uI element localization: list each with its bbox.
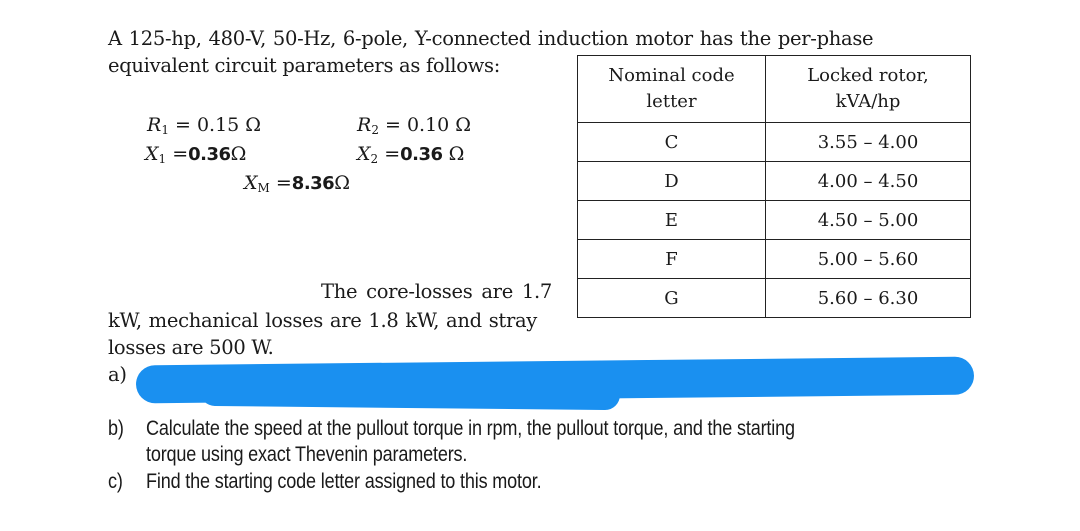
question-b-label: b) <box>108 417 124 440</box>
param-r2-symbol: R <box>357 114 372 136</box>
table-row: C 3.55 – 4.00 <box>577 122 971 162</box>
param-xm: XM =8.36Ω <box>244 172 350 195</box>
code-letter-cell: E <box>577 200 766 240</box>
table-row: F 5.00 – 5.60 <box>577 239 971 279</box>
header-locked-rotor-line-1: Locked rotor, <box>807 65 929 86</box>
param-x2-handwritten-value: 0.36 <box>400 144 443 165</box>
param-x1-symbol: X <box>145 143 159 165</box>
code-letter-cell: G <box>577 278 766 318</box>
param-r1-sub: 1 <box>161 123 169 137</box>
param-r2-sub: 2 <box>371 123 379 137</box>
intro-line-1: A 125-hp, 480-V, 50-Hz, 6-pole, Y-connec… <box>108 27 874 50</box>
intro-line-2: equivalent circuit parameters as follows… <box>108 54 501 77</box>
question-c-line-1: Find the starting code letter assigned t… <box>146 470 542 493</box>
kva-range-cell: 4.50 – 5.00 <box>765 200 971 240</box>
table-header-row: Nominal code letter Locked rotor, kVA/hp <box>577 55 971 123</box>
code-letter-table: Nominal code letter Locked rotor, kVA/hp… <box>577 55 971 318</box>
param-r1-value: = 0.15 Ω <box>168 114 262 136</box>
param-xm-symbol: X <box>244 172 258 194</box>
param-x1-unit: Ω <box>230 143 247 165</box>
kva-range-cell: 4.00 – 4.50 <box>765 161 971 201</box>
param-xm-handwritten-value: 8.36 <box>291 173 335 194</box>
param-r2-value: = 0.10 Ω <box>378 114 472 136</box>
kva-range-cell: 5.60 – 6.30 <box>765 278 971 318</box>
header-code-letter-line-1: Nominal code <box>608 65 735 86</box>
table-row: G 5.60 – 6.30 <box>577 278 971 318</box>
question-c-label: c) <box>108 470 123 493</box>
param-x1-eq: = <box>166 143 189 165</box>
param-xm-eq: = <box>269 172 292 194</box>
header-locked-rotor-line-2: kVA/hp <box>835 91 901 112</box>
param-r1-symbol: R <box>147 114 162 136</box>
question-b-line-1: Calculate the speed at the pullout torqu… <box>146 417 795 440</box>
param-xm-unit: Ω <box>334 172 350 194</box>
table-row: D 4.00 – 4.50 <box>577 161 971 201</box>
kva-range-cell: 3.55 – 4.00 <box>765 122 971 162</box>
question-a-label: a) <box>108 363 127 386</box>
redaction-mark-tail <box>199 375 621 411</box>
code-letter-cell: C <box>577 122 766 162</box>
header-locked-rotor: Locked rotor, kVA/hp <box>765 55 971 123</box>
param-x2-symbol: X <box>357 143 371 165</box>
param-xm-sub: M <box>257 181 270 195</box>
param-x2: X2 =0.36 Ω <box>357 143 464 166</box>
table-row: E 4.50 – 5.00 <box>577 200 971 240</box>
losses-line-1: The core-losses are 1.7 <box>321 280 552 303</box>
param-x2-eq: = <box>378 143 401 165</box>
question-b-line-2: torque using exact Thevenin parameters. <box>146 443 468 466</box>
code-letter-cell: D <box>577 161 766 201</box>
losses-line-2: kW, mechanical losses are 1.8 kW, and st… <box>108 309 538 332</box>
param-x1: X1 =0.36Ω <box>145 143 246 166</box>
kva-range-cell: 5.00 – 5.60 <box>765 239 971 279</box>
param-r1: R1 = 0.15 Ω <box>147 114 261 137</box>
code-letter-cell: F <box>577 239 766 279</box>
header-code-letter: Nominal code letter <box>577 55 766 123</box>
losses-line-3: losses are 500 W. <box>108 336 274 359</box>
param-x2-unit: Ω <box>442 143 465 165</box>
param-r2: R2 = 0.10 Ω <box>357 114 471 137</box>
header-code-letter-line-2: letter <box>646 91 697 112</box>
param-x1-handwritten-value: 0.36 <box>188 144 231 165</box>
